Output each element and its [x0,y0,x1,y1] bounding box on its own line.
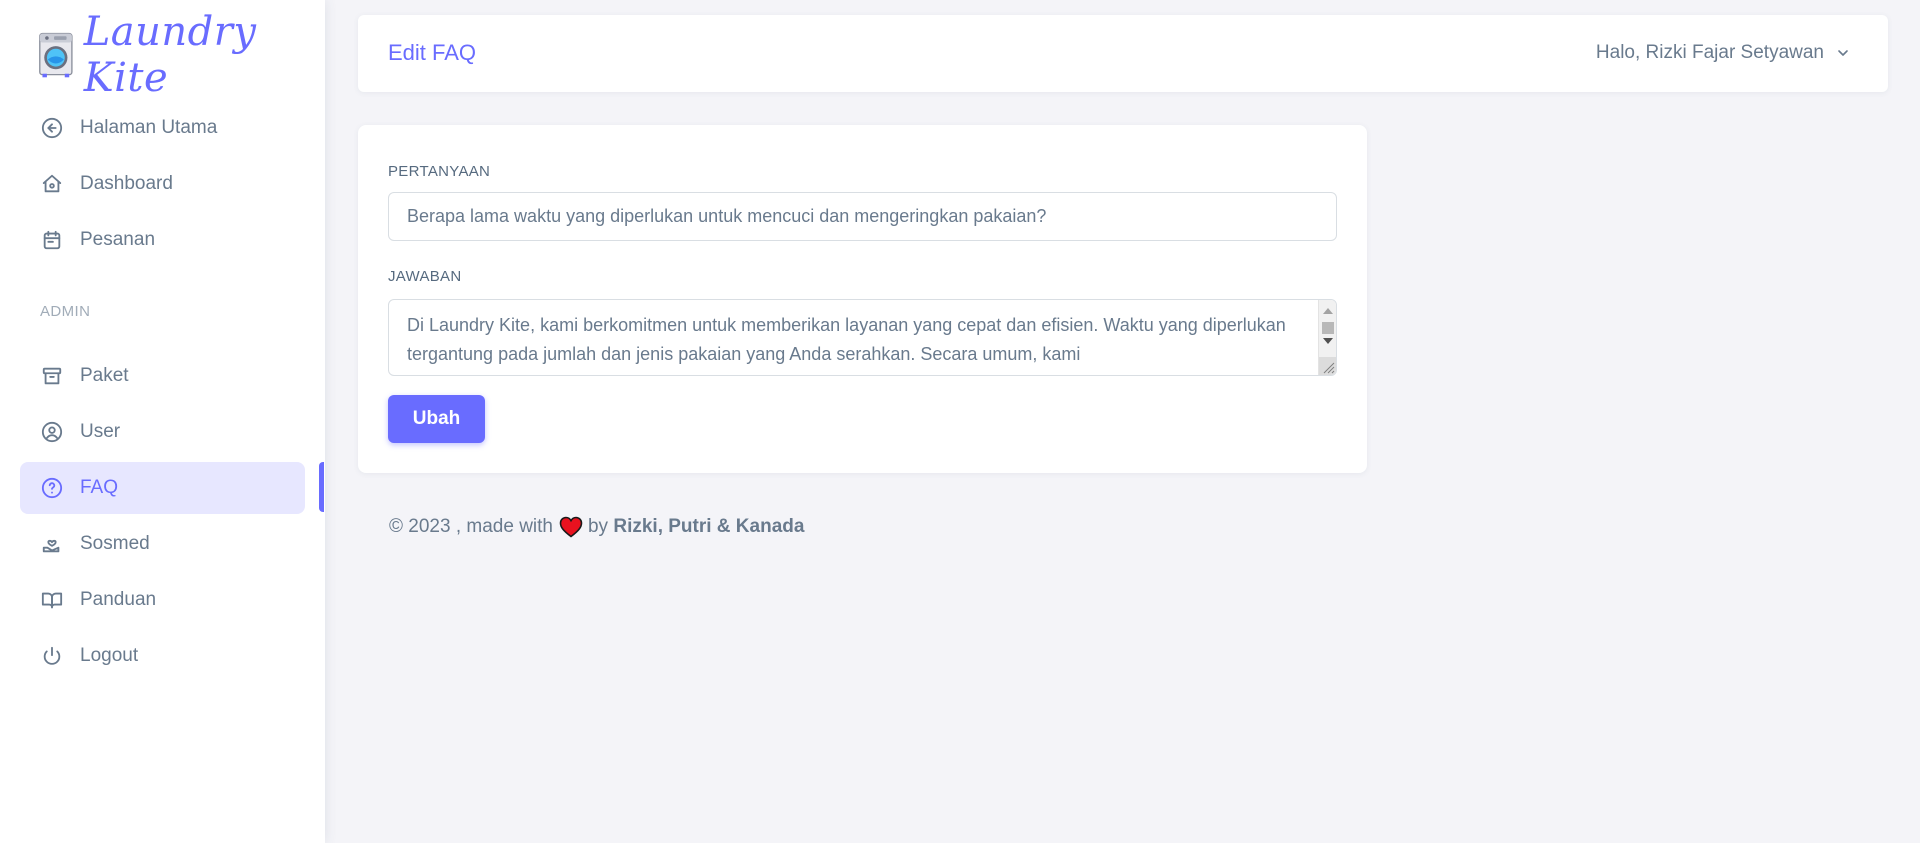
scroll-thumb[interactable] [1322,322,1334,334]
answer-textarea[interactable]: Di Laundry Kite, kami berkomitmen untuk … [388,299,1337,376]
textarea-scrollbar[interactable] [1318,300,1336,375]
sidebar-item-logout[interactable]: Logout [20,630,305,682]
sidebar-item-label: Logout [80,645,139,666]
edit-faq-card: PERTANYAAN Berapa lama waktu yang diperl… [358,125,1367,473]
sidebar-item-faq[interactable]: FAQ [20,462,305,514]
answer-label: JAWABAN [388,268,462,285]
sidebar-item-panduan[interactable]: Panduan [20,574,305,626]
chevron-down-icon [1838,50,1848,56]
user-menu[interactable]: Halo, Rizki Fajar Setyawan [1596,42,1850,64]
scroll-up-arrow-icon[interactable] [1323,308,1333,314]
brand[interactable]: Laundry Kite [38,9,325,101]
sidebar-item-dashboard[interactable]: Dashboard [20,158,305,210]
sidebar-item-sosmed[interactable]: Sosmed [20,518,305,570]
power-icon [40,644,64,668]
user-circle-icon [40,420,64,444]
sidebar-item-label: User [80,421,121,442]
washing-machine-icon [39,32,73,78]
sidebar-item-label: FAQ [80,477,119,498]
footer-by: by [587,516,609,537]
sidebar-item-halaman-utama[interactable]: Halaman Utama [20,102,305,154]
footer-authors[interactable]: Rizki, Putri & Kanada [613,516,804,538]
question-input[interactable]: Berapa lama waktu yang diperlukan untuk … [388,192,1337,241]
sidebar-item-label: Dashboard [80,173,173,194]
hand-heart-icon [40,532,64,556]
resize-handle-icon[interactable] [1319,357,1336,375]
answer-value: Di Laundry Kite, kami berkomitmen untuk … [407,315,1286,364]
scroll-down-arrow-icon[interactable] [1323,338,1333,344]
sidebar-item-label: Pesanan [80,229,156,250]
top-navbar: Edit FAQ Halo, Rizki Fajar Setyawan [358,15,1888,92]
sidebar-item-label: Sosmed [80,533,150,554]
archive-icon [40,364,64,388]
sidebar-item-label: Panduan [80,589,157,610]
question-value: Berapa lama waktu yang diperlukan untuk … [407,206,1047,226]
menu-header-admin: ADMIN [40,303,91,320]
question-label: PERTANYAAN [388,163,491,180]
page-title: Edit FAQ [388,40,477,65]
sidebar-item-user[interactable]: User [20,406,305,458]
active-indicator [319,462,324,512]
heart-icon [559,516,583,538]
sidebar-item-pesanan[interactable]: Pesanan [20,214,305,266]
sidebar-item-label: Paket [80,365,129,386]
user-greeting: Halo, Rizki Fajar Setyawan [1595,42,1824,63]
book-icon [40,588,64,612]
home-icon [40,172,64,196]
footer-prefix: © 2023 , made with [389,516,553,537]
footer: © 2023 , made with by Rizki, Putri & Kan… [389,516,804,538]
sidebar-item-paket[interactable]: Paket [20,350,305,402]
brand-name: Laundry Kite [83,9,257,101]
calendar-icon [40,228,64,252]
arrow-left-circle-icon [40,116,64,140]
sidebar: Laundry Kite Halaman Utama Dashboard Pes… [0,0,325,843]
help-circle-icon [40,476,64,500]
submit-button[interactable]: Ubah [388,395,485,443]
sidebar-item-label: Halaman Utama [80,117,218,138]
